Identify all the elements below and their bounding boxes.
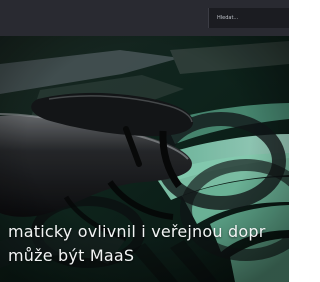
search-input[interactable] [217,11,285,25]
headline-line-2[interactable]: může být MaaS [8,244,289,268]
top-navigation-bar [0,0,289,36]
page-frame: maticky ovlivnil i veřejnou dopr může bý… [0,0,289,282]
article-headline[interactable]: maticky ovlivnil i veřejnou dopr může bý… [8,220,289,268]
search-box[interactable] [208,8,289,28]
hero-image: maticky ovlivnil i veřejnou dopr může bý… [0,36,289,282]
headline-line-1[interactable]: maticky ovlivnil i veřejnou dopr [8,220,289,244]
